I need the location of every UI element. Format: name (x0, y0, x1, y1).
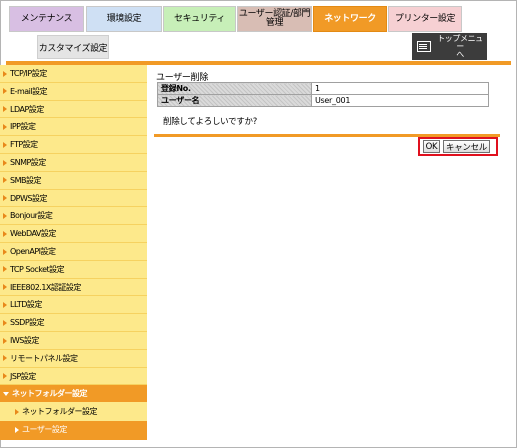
table-row: 登録No. 1 (157, 82, 489, 95)
sidebar-item[interactable]: IWS設定 (0, 332, 147, 349)
sidebar-item[interactable]: IEEE802.1X認証設定 (0, 279, 147, 296)
sidebar-item[interactable]: IPP設定 (0, 118, 147, 135)
chevron-right-icon (3, 159, 7, 166)
dialog-button-group: OK キャンセル (418, 137, 498, 156)
top-menu-label-1: トップメニュー (437, 33, 483, 51)
top-menu-label-2: へ (456, 49, 464, 59)
tab-maintenance-label: メンテナンス (20, 13, 73, 24)
sidebar-item[interactable]: JSP設定 (0, 368, 147, 385)
chevron-right-icon (3, 373, 7, 380)
sidebar-item-label: LLTD設定 (10, 300, 42, 310)
sidebar-item[interactable]: SMB設定 (0, 172, 147, 189)
sidebar-item-label: Bonjour設定 (10, 211, 53, 221)
sidebar-item[interactable]: DPWS設定 (0, 190, 147, 207)
sidebar-item-label: ユーザー設定 (22, 425, 67, 434)
sidebar-item[interactable]: E-mail設定 (0, 83, 147, 100)
tab-maintenance[interactable]: メンテナンス (9, 6, 84, 32)
registration-no-label: 登録No. (157, 82, 312, 95)
user-info-table: 登録No. 1 ユーザー名 User_001 (157, 82, 489, 107)
sidebar-item-label: E-mail設定 (10, 86, 48, 96)
sidebar-item-label: WebDAV設定 (10, 229, 56, 239)
chevron-right-icon (3, 301, 7, 308)
sidebar-item[interactable]: リモートパネル設定 (0, 350, 147, 367)
cancel-button[interactable]: キャンセル (443, 140, 490, 153)
sidebar-item[interactable]: TCP/IP設定 (0, 65, 147, 82)
sidebar-subitem-user-settings[interactable]: ユーザー設定 (0, 421, 147, 438)
chevron-down-icon (3, 391, 9, 396)
table-row: ユーザー名 User_001 (157, 94, 489, 107)
chevron-right-icon (3, 141, 7, 148)
sidebar-item-label: TCP/IP設定 (10, 69, 47, 78)
tab-customize-label: カスタマイズ設定 (38, 43, 108, 54)
tab-printer-label: プリンター設定 (394, 13, 456, 24)
tab-network-label: ネットワーク (324, 13, 376, 24)
chevron-right-icon (3, 355, 7, 362)
tab-user-auth-label-2: 管理 (265, 18, 284, 28)
chevron-right-icon (3, 284, 7, 291)
chevron-right-icon (3, 106, 7, 113)
chevron-right-icon (3, 319, 7, 326)
sidebar-item-label: リモートパネル設定 (10, 353, 78, 363)
user-name-label: ユーザー名 (157, 94, 312, 107)
sidebar: TCP/IP設定 E-mail設定 LDAP設定 IPP設定 FTP設定 SNMP設定 SM… (0, 65, 147, 438)
sidebar-item[interactable]: OpenAPI設定 (0, 243, 147, 260)
chevron-right-icon (15, 408, 19, 415)
top-menu-button[interactable]: トップメニュー へ (412, 33, 487, 60)
chevron-right-icon (3, 230, 7, 237)
sidebar-item-label: TCP Socket設定 (10, 264, 65, 274)
sidebar-item-label: OpenAPI設定 (10, 247, 56, 256)
sidebar-item-label: DPWS設定 (10, 193, 47, 203)
registration-no-value: 1 (311, 82, 489, 95)
sidebar-item-label: ネットフォルダー設定 (12, 389, 88, 399)
sidebar-item-label: SSDP設定 (10, 318, 45, 328)
menu-icon (417, 41, 431, 52)
chevron-right-icon (3, 212, 7, 219)
sidebar-item[interactable]: LDAP設定 (0, 101, 147, 118)
tab-printer[interactable]: プリンター設定 (388, 6, 462, 32)
chevron-right-icon (3, 177, 7, 184)
chevron-right-icon (15, 426, 19, 433)
chevron-right-icon (3, 195, 7, 202)
user-name-value: User_001 (311, 94, 489, 107)
sidebar-item[interactable]: Bonjour設定 (0, 207, 147, 224)
tab-user-auth[interactable]: ユーザー認証/部門 管理 (237, 6, 312, 32)
sidebar-item-label: ネットフォルダー設定 (22, 407, 98, 417)
sidebar-item-label: LDAP設定 (10, 104, 44, 114)
sidebar-item-label: IPP設定 (10, 122, 36, 132)
sidebar-item[interactable]: SNMP設定 (0, 154, 147, 171)
chevron-right-icon (3, 248, 7, 255)
ok-button[interactable]: OK (423, 140, 440, 153)
sidebar-item[interactable]: FTP設定 (0, 136, 147, 153)
sidebar-item-label: SNMP設定 (10, 158, 46, 167)
sidebar-item-label: SMB設定 (10, 175, 41, 185)
tab-security[interactable]: セキュリティ (163, 6, 236, 32)
tab-security-label: セキュリティ (173, 13, 226, 24)
tab-network[interactable]: ネットワーク (313, 6, 387, 32)
sidebar-item-label: JSP設定 (10, 371, 36, 381)
sidebar-item[interactable]: TCP Socket設定 (0, 261, 147, 278)
sidebar-item[interactable]: SSDP設定 (0, 314, 147, 331)
tab-environment-label: 環境設定 (106, 13, 142, 24)
sidebar-item[interactable]: WebDAV設定 (0, 225, 147, 242)
sidebar-item-label: IEEE802.1X認証設定 (10, 282, 81, 292)
sidebar-item-net-folder[interactable]: ネットフォルダー設定 (0, 385, 147, 403)
chevron-right-icon (3, 70, 7, 77)
chevron-right-icon (3, 88, 7, 95)
tab-customize[interactable]: カスタマイズ設定 (37, 35, 109, 59)
sidebar-item-label: IWS設定 (10, 336, 39, 345)
sidebar-item[interactable]: LLTD設定 (0, 296, 147, 313)
tab-environment[interactable]: 環境設定 (86, 6, 162, 32)
chevron-right-icon (3, 266, 7, 273)
sidebar-item-label: FTP設定 (10, 140, 38, 150)
confirm-message: 削除してよろしいですか? (163, 117, 257, 127)
chevron-right-icon (3, 123, 7, 130)
sidebar-subitem-net-folder[interactable]: ネットフォルダー設定 (0, 403, 147, 421)
chevron-right-icon (3, 337, 7, 344)
sidebar-bottom-divider (0, 437, 147, 440)
